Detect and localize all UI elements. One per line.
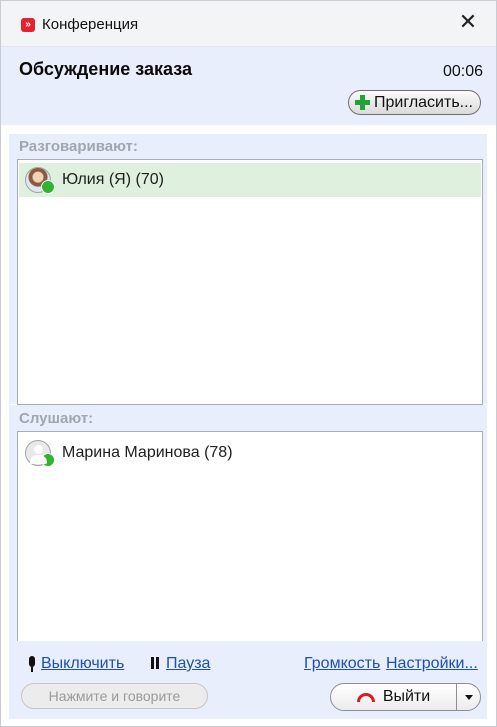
app-logo-icon: » [21,18,35,32]
participant-row-listener[interactable]: Марина Маринова (78) [19,436,481,470]
chevron-down-icon [465,694,473,700]
microphone-icon[interactable] [28,656,36,673]
user-photo-avatar [25,167,55,194]
participant-name: Юлия (Я) (70) [62,171,164,188]
conference-window: » Конференция ✕ Обсуждение заказа 00:06 … [0,0,497,727]
push-to-talk-button[interactable]: Нажмите и говорите [21,683,208,709]
exit-split-button: Выйти [330,683,481,711]
invite-button-label: Пригласить... [374,93,473,111]
exit-options-dropdown[interactable] [456,684,480,710]
invite-button[interactable]: Пригласить... [348,90,481,115]
conference-name: Обсуждение заказа [19,59,192,79]
close-button[interactable]: ✕ [458,11,478,33]
participant-name: Марина Маринова (78) [62,444,233,461]
online-status-icon [41,180,55,194]
pause-icon[interactable] [151,657,161,670]
participant-row-speaker[interactable]: Юлия (Я) (70) [19,163,481,197]
speakers-label: Разговаривают: [19,138,138,155]
volume-link[interactable]: Громкость [304,655,380,673]
online-status-icon [41,453,55,467]
conference-header: Обсуждение заказа 00:06 Пригласить... [1,47,496,125]
speakers-list: Юлия (Я) (70) [17,159,483,405]
plus-icon [355,95,370,110]
settings-link[interactable]: Настройки... [386,655,478,673]
mute-link[interactable]: Выключить [41,655,124,673]
hang-up-icon [356,692,377,702]
pause-link[interactable]: Пауза [166,655,210,673]
title-bar: » Конференция ✕ [1,1,496,47]
window-title: Конференция [42,16,139,33]
exit-button-label: Выйти [382,688,431,705]
generic-user-avatar-icon [25,440,55,467]
call-timer: 00:06 [442,63,483,80]
exit-button[interactable]: Выйти [331,684,456,710]
call-controls-footer: Выключить Пауза Громкость Настройки... Н… [9,641,487,719]
listeners-label: Слушают: [19,410,94,427]
listeners-list: Марина Маринова (78) [17,431,483,643]
